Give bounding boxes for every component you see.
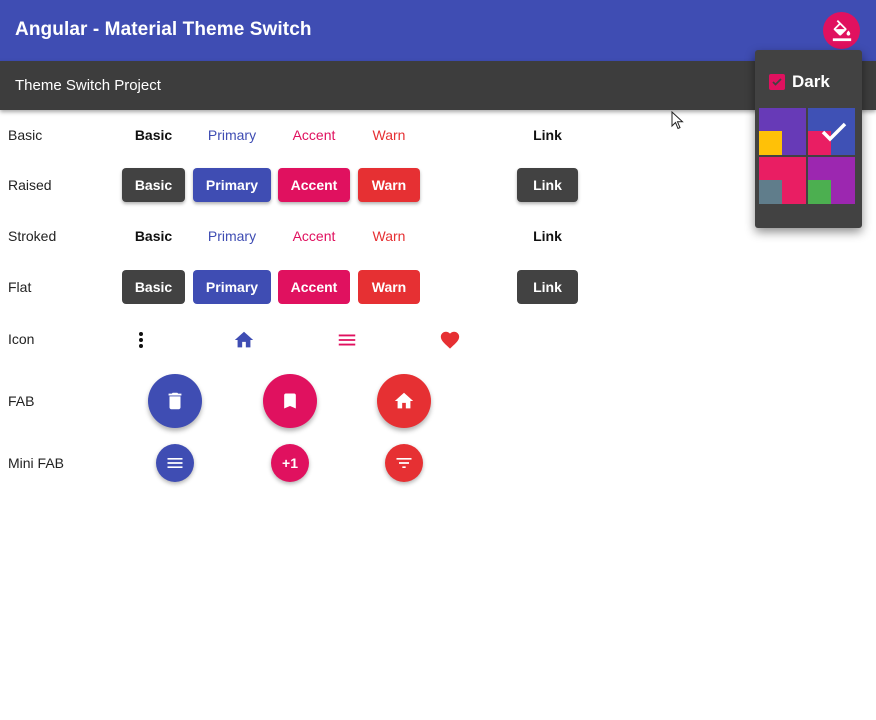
stroked-button-accent[interactable]: Accent: [278, 219, 350, 253]
icon-button-home[interactable]: [232, 328, 256, 352]
row-label-icon: Icon: [8, 331, 35, 347]
raised-button-link[interactable]: Link: [517, 168, 578, 202]
basic-button-accent[interactable]: Accent: [278, 118, 350, 152]
project-title: Theme Switch Project: [15, 77, 161, 94]
fab-home[interactable]: [377, 374, 431, 428]
stroked-button-primary[interactable]: Primary: [193, 219, 271, 253]
plus-one-icon: +1: [282, 455, 298, 471]
home-icon: [234, 331, 254, 348]
filter-list-icon: [396, 458, 412, 468]
stroked-button-link[interactable]: Link: [517, 219, 578, 253]
basic-button-warn[interactable]: Warn: [358, 118, 420, 152]
stroked-button-warn[interactable]: Warn: [358, 219, 420, 253]
checkbox-checked-icon[interactable]: [769, 74, 785, 90]
more-vert-icon: [139, 332, 143, 348]
raised-button-warn[interactable]: Warn: [358, 168, 420, 202]
row-label-raised: Raised: [8, 177, 52, 193]
delete-icon: [168, 392, 182, 410]
dark-mode-label: Dark: [792, 72, 830, 91]
secondary-toolbar: Theme Switch Project: [0, 61, 876, 110]
mini-fab-plus-one[interactable]: +1: [271, 444, 309, 482]
menu-icon: [338, 334, 356, 346]
theme-picker-button[interactable]: [823, 12, 860, 49]
row-label-basic: Basic: [8, 127, 43, 143]
format-color-fill-icon: [832, 19, 851, 41]
flat-button-link[interactable]: Link: [517, 270, 578, 304]
theme-swatch-purple-green[interactable]: [808, 157, 855, 204]
row-label-mini-fab: Mini FAB: [8, 455, 65, 471]
menu-icon: [167, 458, 183, 468]
flat-button-warn[interactable]: Warn: [358, 270, 420, 304]
top-toolbar: Angular - Material Theme Switch: [0, 0, 876, 61]
flat-button-basic[interactable]: Basic: [122, 270, 185, 304]
raised-button-accent[interactable]: Accent: [278, 168, 350, 202]
bookmark-icon: [284, 393, 296, 409]
fab-bookmark[interactable]: [263, 374, 317, 428]
theme-swatch-pink-bluegrey[interactable]: [759, 157, 806, 204]
theme-swatch-deeppurple-amber[interactable]: [759, 108, 806, 155]
raised-button-basic[interactable]: Basic: [122, 168, 185, 202]
mini-fab-filter[interactable]: [385, 444, 423, 482]
flat-button-primary[interactable]: Primary: [193, 270, 271, 304]
home-icon: [394, 392, 414, 409]
icon-button-favorite[interactable]: [438, 328, 462, 352]
row-label-fab: FAB: [8, 393, 35, 409]
raised-button-primary[interactable]: Primary: [193, 168, 271, 202]
icon-button-more[interactable]: [129, 328, 153, 352]
basic-button-basic[interactable]: Basic: [122, 118, 185, 152]
basic-button-primary[interactable]: Primary: [193, 118, 271, 152]
basic-button-link[interactable]: Link: [517, 118, 578, 152]
stroked-button-basic[interactable]: Basic: [122, 219, 185, 253]
row-label-flat: Flat: [8, 279, 32, 295]
theme-swatch-indigo-pink[interactable]: [808, 108, 855, 155]
row-label-stroked: Stroked: [8, 228, 57, 244]
mouse-cursor-icon: [671, 111, 684, 130]
fab-delete[interactable]: [148, 374, 202, 428]
flat-button-accent[interactable]: Accent: [278, 270, 350, 304]
icon-button-menu[interactable]: [335, 328, 359, 352]
theme-picker-menu: Dark: [755, 50, 862, 228]
favorite-icon: [440, 331, 460, 349]
app-title: Angular - Material Theme Switch: [15, 19, 312, 40]
dark-mode-toggle[interactable]: Dark: [769, 72, 830, 92]
mini-fab-menu[interactable]: [156, 444, 194, 482]
